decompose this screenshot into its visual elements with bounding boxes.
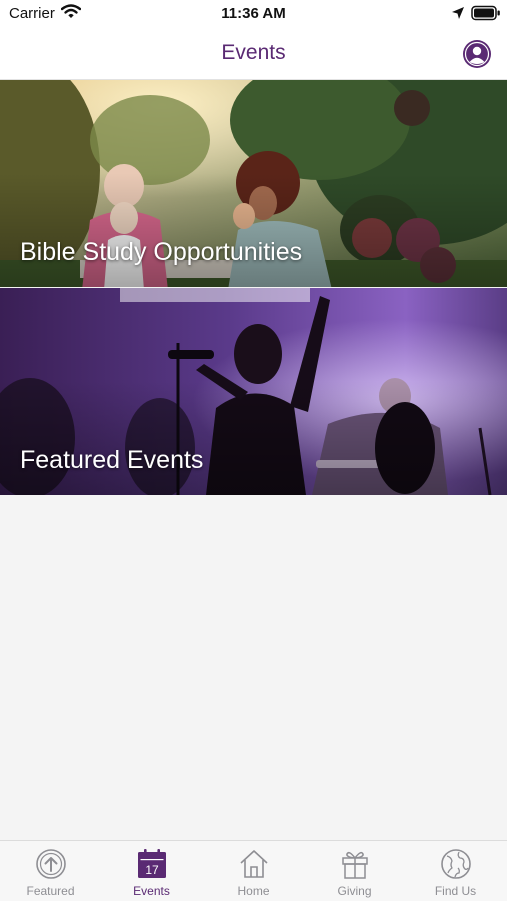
calendar-icon: 17 — [138, 849, 166, 878]
house-icon — [240, 850, 268, 878]
globe-icon — [441, 849, 471, 879]
profile-icon[interactable] — [462, 39, 492, 69]
navigation-bar: Events — [0, 28, 507, 80]
arrow-up-circle-icon — [36, 849, 66, 879]
status-bar: Carrier 11:36 AM — [0, 0, 507, 28]
tab-label: Featured — [26, 884, 75, 898]
tab-bar: Featured 17 Events Home Giving Find Us — [0, 840, 507, 901]
card-title: Featured Events — [20, 446, 204, 474]
location-arrow-icon — [452, 7, 464, 19]
tab-label: Find Us — [434, 884, 477, 898]
bible-study-card[interactable]: Bible Study Opportunities — [0, 80, 507, 287]
card-title: Bible Study Opportunities — [20, 238, 303, 266]
tab-featured[interactable]: Featured — [0, 841, 101, 901]
calendar-day-text: 17 — [145, 863, 159, 877]
page-title: Events — [221, 41, 286, 64]
tab-events[interactable]: 17 Events — [101, 841, 202, 901]
tab-label: Events — [133, 884, 170, 898]
gift-icon — [342, 851, 368, 879]
status-time: 11:36 AM — [221, 5, 286, 22]
tab-find-us[interactable]: Find Us — [405, 841, 506, 901]
featured-events-card[interactable]: Featured Events — [0, 288, 507, 495]
battery-icon — [471, 5, 500, 21]
tab-giving[interactable]: Giving — [304, 841, 405, 901]
tab-label: Home — [237, 884, 270, 898]
tab-home[interactable]: Home — [203, 841, 304, 901]
tab-label: Giving — [337, 884, 372, 898]
